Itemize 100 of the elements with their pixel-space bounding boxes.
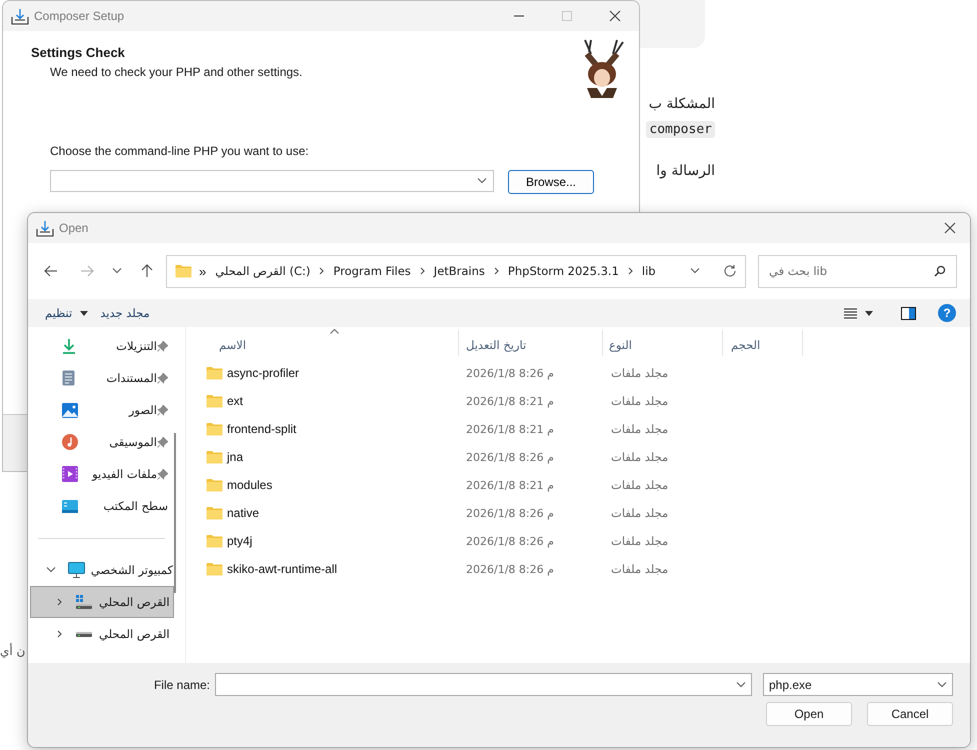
- folder-icon: [206, 422, 223, 436]
- breadcrumb-item[interactable]: PhpStorm 2025.3.1: [508, 264, 619, 278]
- monitor-icon: [68, 562, 84, 578]
- file-type: مجلد ملفات: [611, 478, 668, 492]
- window-title: Composer Setup: [34, 9, 126, 23]
- nav-item[interactable]: كمبيوتر الشخصي: [30, 554, 174, 586]
- breadcrumb-item[interactable]: القرص المحلي (C:): [215, 264, 310, 278]
- nav-item[interactable]: سطح المكتب: [28, 490, 174, 522]
- chevron-down-icon: [690, 268, 700, 274]
- file-name[interactable]: skiko-awt-runtime-all: [227, 562, 338, 576]
- chevron-right-icon: [56, 598, 62, 606]
- nav-item[interactable]: الصور: [28, 394, 174, 426]
- dialog-button[interactable]: Cancel: [867, 702, 953, 726]
- breadcrumb-item[interactable]: JetBrains: [434, 264, 485, 278]
- arrow-left-icon: [44, 265, 58, 277]
- file-name[interactable]: native: [227, 506, 260, 520]
- drive-icon: [75, 594, 93, 610]
- download-tray-icon: [36, 220, 54, 236]
- folder-icon: [206, 478, 223, 492]
- file-name[interactable]: pty4j: [227, 534, 252, 548]
- caret-down-icon: [865, 310, 873, 316]
- file-name[interactable]: jna: [227, 450, 244, 464]
- modified-date: 2026/1/8 م 8:26: [466, 563, 554, 576]
- music-note-icon: [62, 434, 78, 450]
- folder-icon: [175, 264, 192, 278]
- desktop-icon: [62, 500, 78, 512]
- chevron-down-icon: [937, 682, 947, 688]
- nav-item[interactable]: القرص المحلي: [30, 618, 174, 650]
- file-name[interactable]: modules: [227, 478, 272, 492]
- paragraph-text: المشكلة ب: [648, 95, 715, 114]
- file-type: مجلد ملفات: [611, 450, 668, 464]
- pin-icon: [157, 340, 168, 352]
- folder-icon: [206, 562, 223, 576]
- folder-icon: [206, 450, 223, 464]
- folder-icon: [206, 506, 223, 520]
- nav-item[interactable]: المستندات: [28, 362, 174, 394]
- scrollbar-thumb[interactable]: [174, 433, 176, 593]
- chevron-down-icon: [477, 178, 487, 184]
- modified-date: 2026/1/8 م 8:21: [466, 423, 554, 436]
- film-icon: [62, 466, 78, 482]
- nav-item[interactable]: الموسيقى: [28, 426, 174, 458]
- file-type-select[interactable]: php.exe: [763, 673, 953, 696]
- close-icon: [609, 10, 621, 22]
- refresh-icon[interactable]: [723, 264, 737, 278]
- search-placeholder: lib بحث في: [769, 264, 828, 278]
- browse-button[interactable]: Browse...: [508, 170, 594, 194]
- chevron-right-icon: [420, 267, 425, 275]
- field-label: File name:: [154, 678, 210, 692]
- sort-caret-icon: [330, 329, 339, 334]
- file-name[interactable]: async-profiler: [227, 366, 300, 380]
- pin-icon: [157, 468, 168, 480]
- chevron-right-icon: [628, 267, 633, 275]
- nav-item[interactable]: ملفات الفيديو: [28, 458, 174, 490]
- breadcrumb-item[interactable]: Program Files: [333, 264, 411, 278]
- code-snippet: composer: [646, 121, 715, 138]
- picture-icon: [62, 402, 78, 418]
- modified-date: 2026/1/8 م 8:21: [466, 395, 554, 408]
- toolbar-button[interactable]: تنظيم: [42, 303, 92, 323]
- search-field[interactable]: lib بحث في: [758, 254, 957, 288]
- caret-down-icon: [80, 310, 88, 316]
- drive-icon: [75, 630, 93, 638]
- column-header[interactable]: الحجم: [723, 330, 803, 356]
- breadcrumb-item[interactable]: lib: [642, 264, 656, 278]
- file-name[interactable]: frontend-split: [227, 422, 296, 436]
- help-button[interactable]: ?: [938, 304, 956, 322]
- chevron-down-icon: [736, 682, 746, 688]
- file-type: مجلد ملفات: [611, 366, 668, 380]
- pin-icon: [157, 436, 168, 448]
- download-arrow-icon: [62, 338, 76, 354]
- php-select[interactable]: [50, 170, 494, 192]
- arrow-up-icon: [141, 264, 153, 278]
- column-header[interactable]: تاريخ التعديل: [459, 330, 603, 356]
- close-icon: [944, 222, 956, 234]
- dialog-button[interactable]: Open: [766, 702, 852, 726]
- chevron-right-icon: [319, 267, 324, 275]
- modified-date: 2026/1/8 م 8:26: [466, 535, 554, 548]
- file-type: مجلد ملفات: [611, 422, 668, 436]
- file-type: مجلد ملفات: [611, 506, 668, 520]
- nav-item[interactable]: التنزيلات: [28, 330, 174, 362]
- file-name-field[interactable]: [215, 673, 752, 696]
- folder-icon: [206, 534, 223, 548]
- modified-date: 2026/1/8 م 8:26: [466, 451, 554, 464]
- folder-icon: [206, 394, 223, 408]
- column-header[interactable]: الاسم: [186, 330, 459, 356]
- window-title: Open: [59, 221, 90, 235]
- nav-item[interactable]: القرص المحلي: [30, 586, 174, 618]
- view-options-button[interactable]: [842, 306, 859, 320]
- column-header[interactable]: النوع: [603, 330, 723, 356]
- document-icon: [62, 370, 75, 386]
- chevron-right-icon: [494, 267, 499, 275]
- preview-pane-icon: [901, 306, 916, 320]
- list-view-icon: [844, 308, 857, 318]
- modified-date: 2026/1/8 م 8:21: [466, 479, 554, 492]
- modified-date: 2026/1/8 م 8:26: [466, 507, 554, 520]
- paragraph-text: الرسالة وا: [656, 162, 715, 181]
- overflow-chevron[interactable]: »: [199, 264, 206, 278]
- maximize-icon: [561, 10, 573, 22]
- toolbar-button[interactable]: مجلد جديد: [97, 303, 153, 323]
- file-name[interactable]: ext: [227, 394, 244, 408]
- preview-pane-button[interactable]: [899, 304, 918, 322]
